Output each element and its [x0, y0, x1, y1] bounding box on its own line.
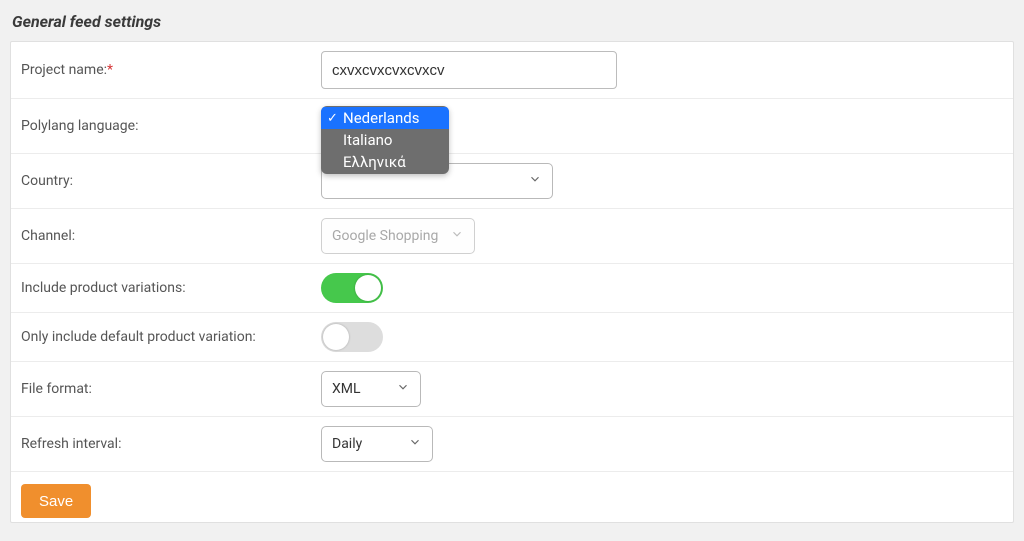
polylang-option-label: Ελληνικά: [343, 153, 406, 171]
toggle-knob: [323, 324, 349, 350]
polylang-option-italiano[interactable]: Italiano: [321, 129, 449, 151]
chevron-down-icon: [450, 227, 464, 245]
section-title: General feed settings: [10, 10, 1014, 41]
label-project-name-text: Project name:: [21, 62, 107, 78]
check-icon: ✓: [327, 112, 338, 125]
only-default-variation-toggle[interactable]: [321, 322, 383, 352]
channel-select: Google Shopping: [321, 218, 475, 254]
chevron-down-icon: [396, 380, 410, 398]
label-refresh-interval: Refresh interval:: [21, 436, 321, 452]
polylang-option-ellinika[interactable]: Ελληνικά: [321, 151, 449, 173]
label-polylang: Polylang language:: [21, 118, 321, 134]
actions: Save: [11, 472, 1013, 522]
polylang-option-label: Italiano: [343, 131, 392, 149]
chevron-down-icon: [528, 172, 542, 190]
refresh-interval-select-value: Daily: [332, 436, 362, 452]
label-project-name: Project name:*: [21, 62, 321, 78]
label-file-format: File format:: [21, 381, 321, 397]
row-only-default-variation: Only include default product variation:: [11, 313, 1013, 362]
settings-page: General feed settings Project name:* Pol…: [0, 0, 1024, 541]
polylang-option-nederlands[interactable]: ✓ Nederlands: [321, 107, 449, 129]
file-format-select-value: XML: [332, 381, 361, 397]
chevron-down-icon: [408, 435, 422, 453]
refresh-interval-select[interactable]: Daily: [321, 426, 433, 462]
polylang-option-label: Nederlands: [343, 109, 419, 127]
required-marker: *: [107, 62, 113, 78]
label-country: Country:: [21, 173, 321, 189]
row-file-format: File format: XML: [11, 362, 1013, 417]
channel-select-value: Google Shopping: [332, 228, 438, 244]
row-refresh-interval: Refresh interval: Daily: [11, 417, 1013, 472]
row-country: Country:: [11, 154, 1013, 209]
row-channel: Channel: Google Shopping: [11, 209, 1013, 264]
row-include-variations: Include product variations:: [11, 264, 1013, 313]
label-include-variations: Include product variations:: [21, 280, 321, 296]
toggle-knob: [355, 275, 381, 301]
save-button[interactable]: Save: [21, 484, 91, 518]
include-variations-toggle[interactable]: [321, 273, 383, 303]
settings-panel: Project name:* Polylang language: ✓: [10, 41, 1014, 523]
row-polylang: Polylang language: ✓ Nederlands Italiano: [11, 99, 1013, 154]
label-channel: Channel:: [21, 228, 321, 244]
polylang-dropdown: ✓ Nederlands Italiano Ελληνικά: [321, 106, 449, 174]
label-only-default-variation: Only include default product variation:: [21, 329, 321, 345]
file-format-select[interactable]: XML: [321, 371, 421, 407]
row-project-name: Project name:*: [11, 42, 1013, 99]
project-name-input[interactable]: [321, 51, 617, 89]
